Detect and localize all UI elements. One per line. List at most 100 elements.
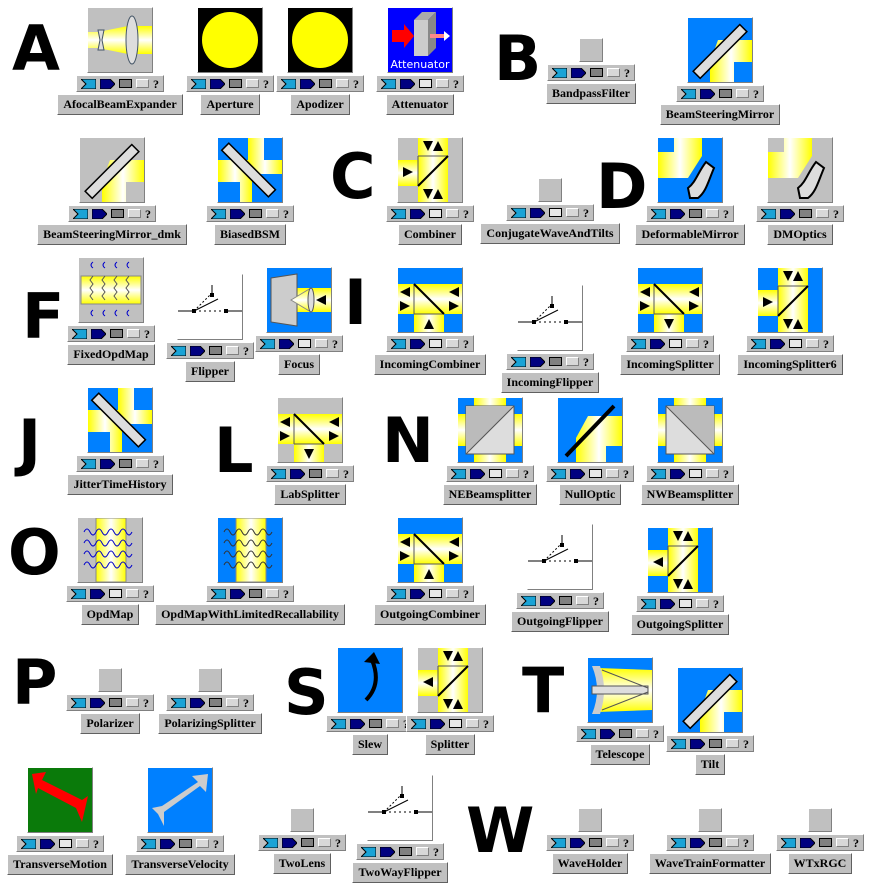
input-port-icon[interactable] (381, 78, 396, 89)
output-port-icon[interactable] (669, 208, 685, 219)
help-icon[interactable]: ? (433, 846, 439, 858)
state-box-icon[interactable] (589, 469, 602, 478)
state-box-icon[interactable] (558, 596, 572, 605)
input-port-icon[interactable] (681, 88, 696, 99)
input-port-icon[interactable] (520, 595, 536, 606)
output-port-icon[interactable] (659, 598, 675, 609)
null-optic-icon[interactable] (557, 397, 623, 463)
blank-icon[interactable] (697, 808, 722, 832)
component-nwbeamsplitter[interactable]: ? NWBeamsplitter (640, 397, 740, 505)
transverse-motion-icon[interactable] (26, 767, 93, 833)
biased-bsm-icon[interactable] (87, 387, 153, 453)
output-port-icon[interactable] (570, 67, 586, 78)
state-box-icon[interactable] (428, 339, 442, 348)
output-port-icon[interactable] (410, 208, 425, 219)
property-box-icon[interactable] (126, 589, 139, 598)
component-label[interactable]: Tilt (694, 754, 726, 775)
component-label[interactable]: WaveTrainFormatter (648, 853, 772, 874)
component-dmoptics[interactable]: ? DMOptics (756, 137, 844, 245)
component-wtxrgc[interactable]: ? WTxRGC (776, 808, 864, 874)
property-box-icon[interactable] (606, 838, 619, 847)
property-box-icon[interactable] (695, 599, 709, 608)
component-label[interactable]: TransverseMotion (7, 854, 113, 875)
state-box-icon[interactable] (301, 838, 314, 847)
help-icon[interactable]: ? (263, 78, 269, 90)
blank-icon[interactable] (578, 808, 602, 832)
state-box-icon[interactable] (709, 739, 722, 748)
output-port-icon[interactable] (350, 718, 365, 729)
state-box-icon[interactable] (449, 719, 462, 728)
property-box-icon[interactable] (705, 209, 719, 218)
component-beamsteeringmirror-dmk[interactable]: ? BeamSteeringMirror_dmk (37, 137, 187, 245)
input-port-icon[interactable] (631, 338, 646, 349)
afocal-beam-expander-icon[interactable] (86, 7, 153, 73)
flipper-icon[interactable] (177, 274, 243, 340)
output-port-icon[interactable] (39, 838, 55, 849)
property-box-icon[interactable] (736, 89, 749, 98)
component-label[interactable]: NWBeamsplitter (640, 484, 740, 505)
help-icon[interactable]: ? (213, 838, 219, 850)
component-label[interactable]: WaveHolder (551, 853, 629, 874)
state-box-icon[interactable] (111, 209, 124, 218)
help-icon[interactable]: ? (523, 468, 529, 480)
property-box-icon[interactable] (565, 208, 579, 217)
component-label[interactable]: DMOptics (767, 224, 833, 245)
opd-map-icon[interactable] (216, 517, 283, 583)
input-port-icon[interactable] (81, 458, 96, 469)
component-label[interactable]: DeformableMirror (635, 224, 745, 245)
state-box-icon[interactable] (789, 339, 802, 348)
input-port-icon[interactable] (171, 345, 186, 356)
input-port-icon[interactable] (640, 598, 656, 609)
component-focus[interactable]: ? Focus (255, 267, 343, 375)
component-label[interactable]: NEBeamsplitter (442, 484, 538, 505)
apodizer-icon[interactable] (287, 7, 353, 73)
help-icon[interactable]: ? (623, 837, 629, 849)
component-label[interactable]: Slew (352, 734, 388, 755)
component-fixedopdmap[interactable]: ? FixedOpdMap (67, 257, 155, 365)
input-port-icon[interactable] (671, 738, 686, 749)
state-box-icon[interactable] (399, 847, 412, 856)
property-box-icon[interactable] (386, 719, 399, 728)
output-port-icon[interactable] (770, 338, 785, 349)
property-box-icon[interactable] (226, 346, 239, 355)
combiner-icon[interactable] (757, 267, 823, 333)
component-label[interactable]: Attenuator (385, 94, 455, 115)
state-box-icon[interactable] (419, 79, 432, 88)
component-opdmapwithlimitedrecallability[interactable]: ? OpdMapWithLimitedRecallability (155, 517, 345, 625)
component-incomingcombiner[interactable]: ? IncomingCombiner (373, 267, 487, 375)
help-icon[interactable]: ? (723, 468, 729, 480)
output-port-icon[interactable] (780, 208, 795, 219)
component-label[interactable]: OutgoingCombiner (373, 604, 486, 625)
component-opdmap[interactable]: ? OpdMap (66, 517, 154, 625)
component-label[interactable]: BiasedBSM (213, 224, 286, 245)
output-port-icon[interactable] (529, 207, 545, 218)
output-port-icon[interactable] (689, 837, 705, 848)
property-box-icon[interactable] (816, 209, 829, 218)
beam-steering-mirror-icon[interactable] (677, 667, 743, 733)
splitter-icon[interactable] (637, 267, 703, 333)
help-icon[interactable]: ? (624, 67, 630, 79)
state-box-icon[interactable] (298, 339, 311, 348)
help-icon[interactable]: ? (583, 207, 589, 219)
opd-map-icon[interactable] (77, 517, 143, 583)
input-port-icon[interactable] (390, 588, 406, 599)
beam-steering-mirror-icon[interactable] (687, 17, 753, 83)
component-label[interactable]: WTxRGC (787, 853, 853, 874)
component-polarizingsplitter[interactable]: ? PolarizingSplitter (158, 668, 262, 734)
component-transversevelocity[interactable]: ? TransverseVelocity (125, 767, 235, 875)
component-labsplitter[interactable]: ? LabSplitter (266, 397, 354, 505)
output-port-icon[interactable] (409, 588, 425, 599)
input-port-icon[interactable] (211, 208, 226, 219)
help-icon[interactable]: ? (283, 588, 289, 600)
property-box-icon[interactable] (136, 459, 149, 468)
input-port-icon[interactable] (551, 67, 567, 78)
output-port-icon[interactable] (800, 837, 815, 848)
blank-icon[interactable] (578, 38, 603, 62)
beam-steering-mirror-icon[interactable] (79, 137, 145, 203)
component-label[interactable]: JitterTimeHistory (67, 474, 173, 495)
state-box-icon[interactable] (429, 209, 442, 218)
output-port-icon[interactable] (690, 738, 705, 749)
beamsplitter-cube-icon[interactable] (457, 397, 523, 463)
component-apodizer[interactable]: ? Apodizer (276, 7, 364, 115)
component-attenuator[interactable]: Attenuator ? Attenuator (376, 7, 464, 115)
